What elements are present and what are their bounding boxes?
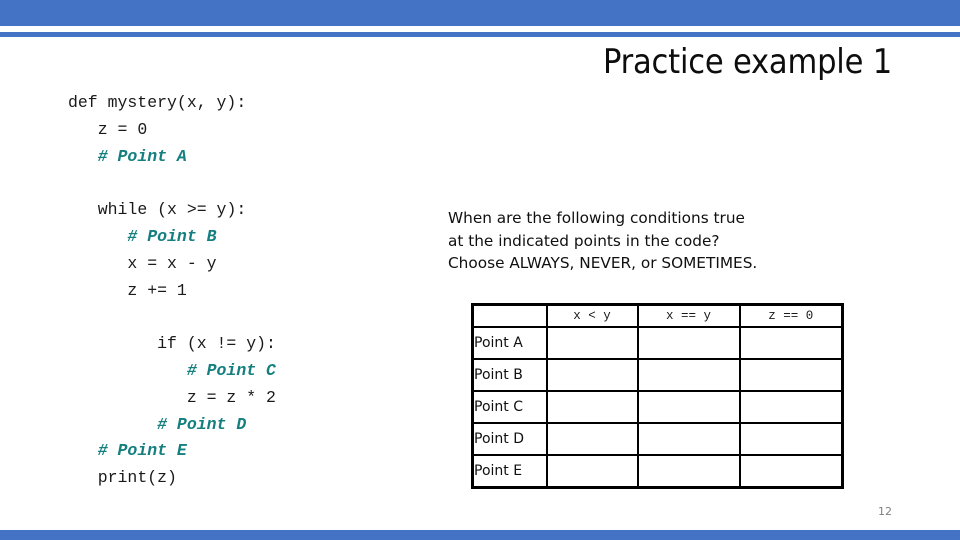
table-answer-cell[interactable]	[636, 422, 741, 456]
code-line: z = 0	[68, 117, 448, 144]
code-text: z = 0	[97, 119, 148, 139]
table-answer-cell[interactable]	[738, 454, 844, 489]
table-answer-cell[interactable]	[636, 390, 741, 424]
prompt-line-2: at the indicated points in the code?	[448, 231, 720, 250]
code-text: print(z)	[97, 468, 177, 488]
code-comment-text: # Point D	[157, 414, 247, 434]
question-prompt: When are the following conditions true a…	[448, 207, 848, 275]
code-line: print(z)	[68, 465, 448, 492]
code-line: if (x != y):	[68, 331, 448, 358]
table-row: Point A	[471, 326, 844, 360]
code-comment-line: # Point E	[68, 438, 448, 465]
conditions-table-wrapper: x < yx == yz == 0 Point A Point B Point C Po…	[471, 303, 844, 489]
table-row-label: Point B	[471, 358, 548, 392]
bottom-accent-rule	[0, 530, 960, 540]
code-text: z = z * 2	[186, 387, 276, 407]
code-line: z += 1	[68, 278, 448, 305]
table-row-label: Point A	[471, 326, 548, 360]
table-answer-cell[interactable]	[738, 326, 844, 360]
table-answer-cell[interactable]	[738, 422, 844, 456]
code-comment-line: # Point D	[68, 412, 448, 439]
code-line: def mystery(x, y):	[68, 90, 448, 117]
code-comment-text: # Point B	[127, 226, 217, 246]
table-answer-cell[interactable]	[545, 326, 639, 360]
conditions-table: x < yx == yz == 0 Point A Point B Point C Po…	[471, 303, 844, 489]
page-number: 12	[878, 505, 892, 518]
table-column-header: x == y	[636, 303, 741, 328]
code-listing: def mystery(x, y): z = 0 # Point A while…	[68, 90, 448, 492]
table-answer-cell[interactable]	[545, 390, 639, 424]
table-row: Point E	[471, 454, 844, 489]
table-answer-cell[interactable]	[545, 358, 639, 392]
table-answer-cell[interactable]	[545, 422, 639, 456]
code-comment-line: # Point B	[68, 224, 448, 251]
code-line: while (x >= y):	[68, 197, 448, 224]
code-text: if (x != y):	[157, 334, 276, 354]
table-row-label: Point D	[471, 422, 548, 456]
code-text: def mystery(x, y):	[68, 93, 247, 112]
code-line: z = z * 2	[68, 385, 448, 412]
table-header-row: x < yx == yz == 0	[471, 303, 844, 328]
table-corner-cell	[471, 303, 548, 328]
prompt-line-3: Choose ALWAYS, NEVER, or SOMETIMES.	[448, 254, 758, 272]
code-comment-text: # Point C	[186, 360, 276, 380]
table-answer-cell[interactable]	[738, 390, 844, 424]
code-text: x = x - y	[127, 253, 217, 273]
table-row: Point D	[471, 422, 844, 456]
code-line: x = x - y	[68, 251, 448, 278]
code-comment-text: # Point E	[97, 441, 187, 461]
page-title: Practice example 1	[602, 42, 892, 82]
table-row-label: Point E	[471, 454, 548, 489]
code-text: z += 1	[127, 280, 187, 300]
code-text: while (x >= y):	[97, 200, 247, 220]
table-answer-cell[interactable]	[636, 358, 741, 392]
table-column-header: x < y	[545, 303, 639, 328]
table-answer-cell[interactable]	[636, 326, 741, 360]
prompt-line-1: When are the following conditions true	[448, 209, 745, 227]
table-answer-cell[interactable]	[636, 454, 741, 489]
top-accent-rule	[0, 32, 960, 37]
table-row-label: Point C	[471, 390, 548, 424]
code-comment-line: # Point C	[68, 358, 448, 385]
table-row: Point B	[471, 358, 844, 392]
table-column-header: z == 0	[738, 303, 844, 328]
code-comment-line: # Point A	[68, 144, 448, 171]
code-comment-text: # Point A	[97, 146, 187, 166]
table-answer-cell[interactable]	[545, 454, 639, 489]
table-answer-cell[interactable]	[738, 358, 844, 392]
table-row: Point C	[471, 390, 844, 424]
top-accent-band	[0, 0, 960, 26]
slide: Practice example 1 def mystery(x, y): z …	[0, 0, 960, 540]
